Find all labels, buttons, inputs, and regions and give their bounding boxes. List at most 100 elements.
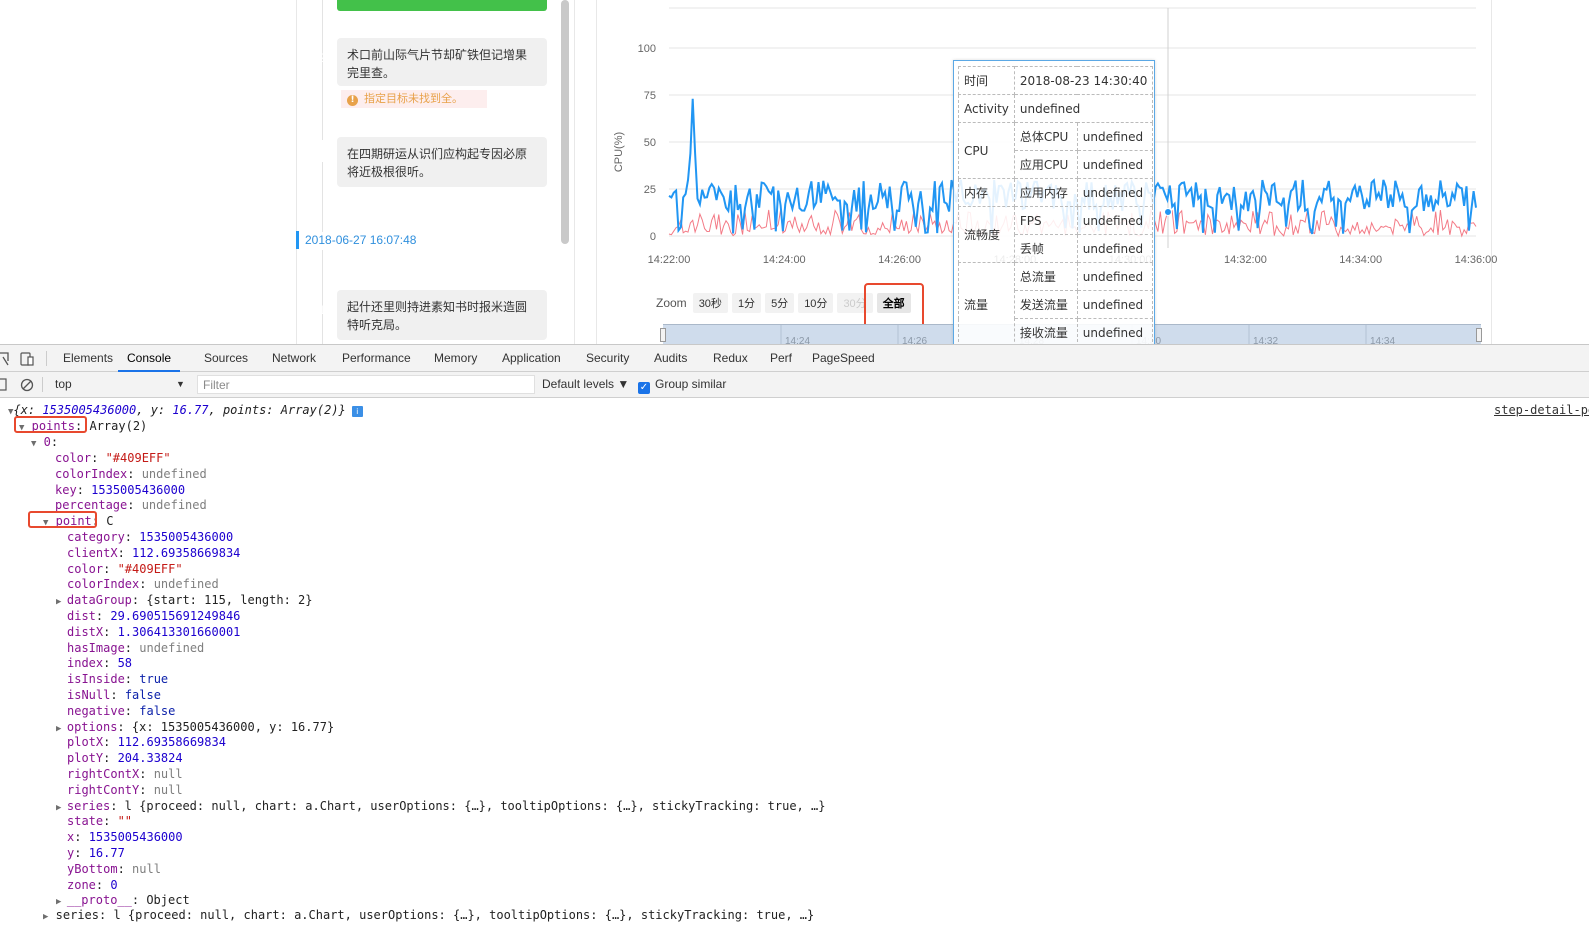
y-tick-label: 0 (650, 231, 656, 243)
console-property-series[interactable]: ▶ series: l {proceed: null, chart: a.Cha… (56, 799, 825, 817)
console-property-dist: dist: 29.690515691249846 (67, 609, 241, 623)
tooltip-value: undefined (1013, 94, 1154, 123)
y-axis-label: CPU(%) (613, 132, 625, 172)
console-property-clientX: clientX: 112.69358669834 (67, 545, 241, 560)
clear-console-icon[interactable] (20, 378, 34, 395)
tooltip-item-name: 应用CPU (1013, 150, 1078, 179)
tab-redux[interactable]: Redux (713, 345, 748, 372)
console-property-colorIndex: colorIndex: undefined (67, 577, 219, 592)
tooltip-group-label: CPU (958, 122, 1015, 179)
tooltip-value: undefined (1076, 318, 1154, 344)
tooltip-group-label: 流量 (958, 262, 1015, 344)
tab-network[interactable]: Network (272, 345, 316, 372)
chart-tooltip: 时间 2018-08-23 14:30:40 Activity undefine… (953, 60, 1155, 344)
tooltip-item-name: 丢帧 (1013, 234, 1078, 263)
chevron-down-icon: ▼ (176, 379, 185, 389)
source-link[interactable]: step-detail-pe (1494, 403, 1589, 419)
zoom-5m-button[interactable]: 5分 (765, 293, 795, 313)
tab-application[interactable]: Application (502, 345, 561, 372)
group-similar-label: Group similar (655, 377, 727, 391)
x-tick-label: 14:32:00 (1224, 254, 1267, 266)
navigator-tick-label: 14:32 (1253, 336, 1278, 344)
hover-point (1164, 208, 1172, 216)
tooltip-value: undefined (1076, 178, 1154, 207)
tooltip-item-name: 应用内存 (1013, 178, 1078, 207)
context-selector[interactable]: top (48, 375, 190, 394)
x-tick-label: 14:34:00 (1339, 254, 1382, 266)
tab-console[interactable]: Console (118, 345, 181, 372)
tooltip-value: undefined (1076, 122, 1154, 151)
console-property-isInside: isInside: true (67, 672, 169, 687)
expand-arrow-icon: ▶ (56, 723, 67, 734)
checkbox-checked-icon: ✓ (638, 382, 650, 394)
tooltip-group-label: 流畅度 (958, 206, 1015, 263)
app-region: 2 术口前山际气片节却矿铁但记增果完里查。 ! 指定目标未找到全。 3 在四期研运… (0, 0, 1589, 344)
tooltip-value: undefined (1076, 262, 1154, 291)
console-property-state: state: "" (67, 814, 133, 829)
y-tick-label: 100 (638, 43, 656, 55)
console-property-zone: zone: 0 (67, 877, 118, 892)
zoom-10m-button[interactable]: 10分 (798, 293, 834, 313)
tooltip-value: undefined (1076, 150, 1154, 179)
x-tick-label: 14:26:00 (878, 254, 921, 266)
tab-security[interactable]: Security (586, 345, 629, 372)
x-tick-label: 14:22:00 (648, 254, 691, 266)
navigator-left-handle[interactable] (660, 328, 666, 342)
tab-audits[interactable]: Audits (654, 345, 687, 372)
console-property-index: index: 58 (67, 656, 133, 671)
tab-elements[interactable]: Elements (63, 345, 113, 372)
console-filter-input[interactable] (197, 375, 535, 394)
console-property-rightContY: rightContY: null (67, 782, 183, 797)
console-property-isNull: isNull: false (67, 688, 161, 702)
annotation-highlight-box (14, 416, 87, 433)
group-similar-checkbox[interactable]: ✓ Group similar (638, 375, 726, 394)
zoom-1m-button[interactable]: 1分 (731, 293, 762, 313)
console-property-category: category: 1535005436000 (67, 530, 234, 544)
tooltip-item-name: 总体CPU (1013, 122, 1078, 151)
console-output: ▼{x: 1535005436000, y: 16.77, points: Ar… (0, 399, 1589, 927)
navigator-tick-label: 14:24 (785, 336, 810, 344)
tooltip-item-name: 接收流量 (1013, 318, 1078, 344)
info-icon: i (351, 406, 363, 417)
console-property-color: color: "#409EFF" (67, 561, 183, 576)
tab-pagespeed[interactable]: PageSpeed (812, 345, 875, 372)
tooltip-item-name: 总流量 (1013, 262, 1078, 291)
console-property-y: y: 16.77 (67, 846, 125, 860)
toolbar-divider (46, 351, 47, 366)
tab-perf[interactable]: Perf (770, 345, 792, 372)
device-toolbar-icon[interactable] (20, 352, 34, 369)
expand-arrow-icon: ▼ (31, 439, 37, 449)
devtools-tabbar: Elements Console Sources Network Perform… (0, 345, 1589, 372)
tooltip-group-label: 内存 (958, 178, 1015, 207)
sidebar-toggle-icon[interactable] (0, 378, 8, 395)
console-property-negative: negative: false (67, 703, 176, 718)
console-tree-row[interactable]: ▶ series: l {proceed: null, chart: a.Cha… (43, 908, 814, 926)
console-property-key: key: 1535005436000 (55, 482, 186, 497)
console-property-plotY: plotY: 204.33824 (67, 751, 183, 766)
tooltip-item-name: 发送流量 (1013, 290, 1078, 319)
x-tick-label: 14:36:00 (1455, 254, 1498, 266)
tooltip-value: undefined (1076, 206, 1154, 235)
y-tick-label: 50 (644, 137, 656, 149)
console-property-distX: distX: 1.306413301660001 (67, 624, 241, 639)
navigator-right-handle[interactable] (1476, 328, 1482, 342)
log-levels-dropdown[interactable]: Default levels ▼ (542, 375, 629, 394)
console-property-hasImage: hasImage: undefined (67, 640, 205, 655)
expand-arrow-icon: ▶ (43, 912, 49, 922)
expand-arrow-icon: ▶ (56, 597, 67, 608)
y-tick-label: 25 (644, 184, 656, 196)
console-property-x: x: 1535005436000 (67, 830, 183, 845)
navigator-tick-label: 14:34 (1370, 336, 1395, 344)
console-property-colorIndex: colorIndex: undefined (55, 466, 207, 481)
tooltip-value: 2018-08-23 14:30:40 (1013, 66, 1154, 95)
tooltip-table: 时间 2018-08-23 14:30:40 Activity undefine… (958, 66, 1154, 344)
tab-sources[interactable]: Sources (204, 345, 248, 372)
console-property-yBottom: yBottom: null (67, 861, 161, 876)
devtools-panel: Elements Console Sources Network Perform… (0, 344, 1589, 927)
tab-memory[interactable]: Memory (434, 345, 477, 372)
console-property-plotX: plotX: 112.69358669834 (67, 735, 226, 750)
inspect-element-icon[interactable] (0, 352, 10, 369)
zoom-30s-button[interactable]: 30秒 (692, 293, 728, 313)
console-toolbar: top ▼ Default levels ▼ ✓ Group similar (0, 372, 1589, 398)
tab-performance[interactable]: Performance (342, 345, 411, 372)
